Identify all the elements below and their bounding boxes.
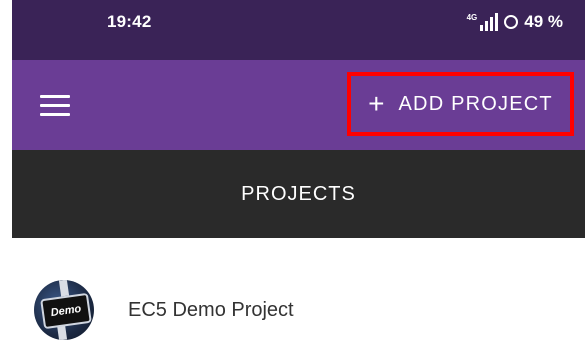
signal-icon: 4G xyxy=(467,13,499,31)
status-time: 19:42 xyxy=(107,12,152,31)
status-bar: 19:42 4G 49 % xyxy=(12,0,585,60)
list-item[interactable]: Demo EC5 Demo Project xyxy=(34,280,294,340)
avatar-text: Demo xyxy=(50,302,82,320)
battery-icon xyxy=(504,15,519,29)
add-project-button[interactable]: + ADD PROJECT xyxy=(347,72,574,136)
battery-percent: 49 % xyxy=(524,12,563,31)
projects-tab-bar: PROJECTS xyxy=(12,150,585,238)
project-name: EC5 Demo Project xyxy=(128,298,294,321)
menu-icon[interactable] xyxy=(40,95,70,117)
projects-list: Demo EC5 Demo Project xyxy=(12,238,585,362)
tab-projects[interactable]: PROJECTS xyxy=(241,183,356,206)
status-indicators: 4G 49 % xyxy=(467,12,563,32)
left-margin xyxy=(0,0,12,362)
project-avatar: Demo xyxy=(34,280,94,340)
app-bar: + ADD PROJECT xyxy=(12,60,585,150)
plus-icon: + xyxy=(368,88,385,119)
add-project-label: ADD PROJECT xyxy=(398,92,553,115)
